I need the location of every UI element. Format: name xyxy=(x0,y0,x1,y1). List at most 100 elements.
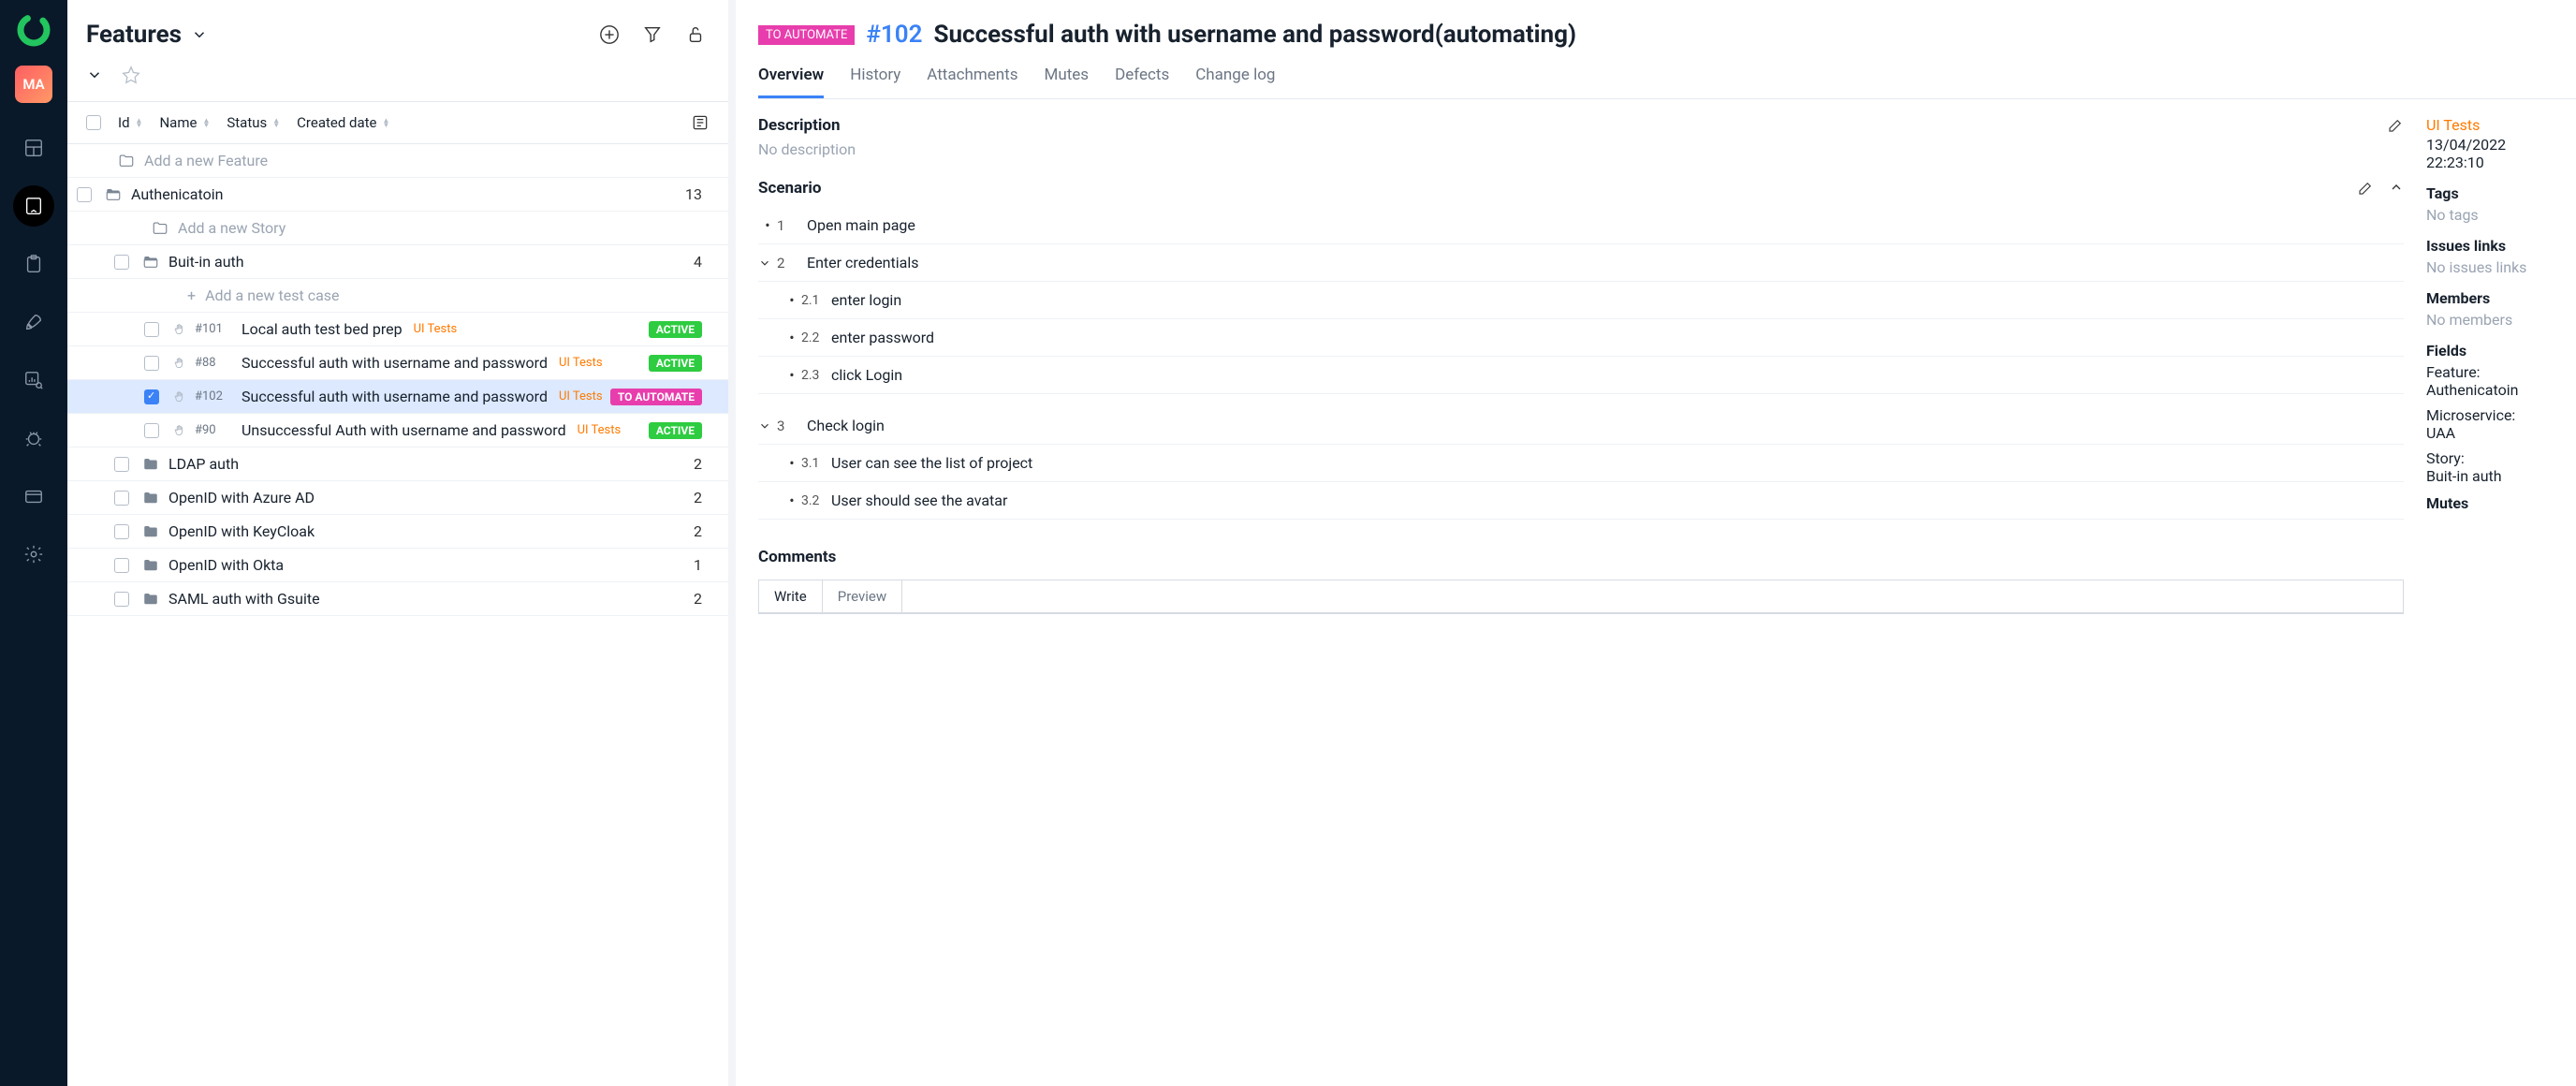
folder-icon xyxy=(152,220,168,237)
scenario-heading: Scenario xyxy=(758,179,821,198)
story-row[interactable]: OpenID with Azure AD 2 xyxy=(67,481,728,515)
nav-analytics-icon[interactable] xyxy=(13,360,54,401)
testcase-id: #102 xyxy=(866,21,922,49)
nav-card-icon[interactable] xyxy=(13,476,54,517)
nav-settings-icon[interactable] xyxy=(13,534,54,575)
row-checkbox[interactable] xyxy=(114,255,129,270)
nav-bug-icon[interactable] xyxy=(13,418,54,459)
column-id[interactable]: Id▲▼ xyxy=(118,114,142,131)
row-checkbox[interactable] xyxy=(77,187,92,202)
lock-button[interactable] xyxy=(685,24,706,45)
user-avatar[interactable]: MA xyxy=(15,66,52,103)
collapse-scenario-button[interactable] xyxy=(2389,180,2404,197)
add-story-row[interactable]: Add a new Story xyxy=(67,212,728,245)
issues-value: No issues links xyxy=(2426,258,2565,276)
manual-icon xyxy=(172,423,187,438)
detail-tabs: Overview History Attachments Mutes Defec… xyxy=(758,66,2576,99)
edit-description-button[interactable] xyxy=(2387,117,2404,134)
row-checkbox[interactable] xyxy=(144,322,159,337)
row-checkbox[interactable] xyxy=(144,389,159,404)
feature-row-auth[interactable]: Authenicatoin 13 xyxy=(67,178,728,212)
testcase-row[interactable]: #101 Local auth test bed prep UI Tests A… xyxy=(67,313,728,346)
tab-overview[interactable]: Overview xyxy=(758,66,824,98)
story-row[interactable]: OpenID with Okta 1 xyxy=(67,549,728,582)
tab-attachments[interactable]: Attachments xyxy=(927,66,1017,98)
story-row[interactable]: OpenID with KeyCloak 2 xyxy=(67,515,728,549)
row-checkbox[interactable] xyxy=(144,423,159,438)
row-checkbox[interactable] xyxy=(114,491,129,506)
chevron-down-icon[interactable] xyxy=(758,257,777,270)
scenario-step: • 1 Open main page xyxy=(758,207,2404,244)
filter-button[interactable] xyxy=(642,24,663,45)
folder-icon xyxy=(142,523,159,540)
tab-defects[interactable]: Defects xyxy=(1115,66,1169,98)
chevron-down-icon[interactable] xyxy=(758,419,777,433)
nav-dashboard-icon[interactable] xyxy=(13,127,54,169)
members-heading: Members xyxy=(2426,289,2565,307)
scenario-step-expandable[interactable]: 2 Enter credentials xyxy=(758,244,2404,282)
features-panel: Features xyxy=(67,0,736,1086)
row-checkbox[interactable] xyxy=(144,356,159,371)
metadata-sidebar: UI Tests 13/04/2022 22:23:10 Tags No tag… xyxy=(2426,116,2576,614)
tab-history[interactable]: History xyxy=(850,66,900,98)
folder-icon xyxy=(142,591,159,608)
app-logo[interactable] xyxy=(15,11,52,49)
issues-heading: Issues links xyxy=(2426,237,2565,255)
columns-config-button[interactable] xyxy=(691,113,710,132)
add-button[interactable] xyxy=(599,24,620,45)
nav-sidebar: MA xyxy=(0,0,67,1086)
story-row-builtin[interactable]: Buit-in auth 4 xyxy=(67,245,728,279)
testcase-row-selected[interactable]: #102 Successful auth with username and p… xyxy=(67,380,728,414)
nav-features-icon[interactable] xyxy=(13,185,54,227)
feature-tree: Add a new Feature Authenicatoin 13 Add a… xyxy=(67,144,728,616)
folder-icon xyxy=(142,557,159,574)
tab-changelog[interactable]: Change log xyxy=(1195,66,1275,98)
row-checkbox[interactable] xyxy=(114,592,129,607)
created-date: 13/04/2022 22:23:10 xyxy=(2426,136,2565,171)
story-row[interactable]: SAML auth with Gsuite 2 xyxy=(67,582,728,616)
column-created[interactable]: Created date▲▼ xyxy=(297,114,389,131)
scenario-step-expandable[interactable]: 3 Check login xyxy=(758,407,2404,445)
tab-mutes[interactable]: Mutes xyxy=(1045,66,1090,98)
detail-panel: TO AUTOMATE #102 Successful auth with us… xyxy=(736,0,2576,1086)
scenario-substep: • 3.1 User can see the list of project xyxy=(758,445,2404,482)
chevron-down-icon xyxy=(191,26,208,43)
testcase-row[interactable]: #90 Unsuccessful Auth with username and … xyxy=(67,414,728,448)
comment-tab-preview[interactable]: Preview xyxy=(823,580,902,612)
status-badge: TO AUTOMATE xyxy=(758,25,855,45)
tags-heading: Tags xyxy=(2426,184,2565,202)
row-checkbox[interactable] xyxy=(114,524,129,539)
add-feature-row[interactable]: Add a new Feature xyxy=(67,144,728,178)
row-checkbox[interactable] xyxy=(114,558,129,573)
column-name[interactable]: Name▲▼ xyxy=(159,114,210,131)
favorite-button[interactable] xyxy=(122,66,140,84)
manual-icon xyxy=(172,356,187,371)
field-story-value: Buit-in auth xyxy=(2426,467,2565,485)
add-testcase-row[interactable]: + Add a new test case xyxy=(67,279,728,313)
layer-link[interactable]: UI Tests xyxy=(2426,116,2565,134)
field-feature-label: Feature: xyxy=(2426,363,2565,381)
scenario-substep: • 2.2 enter password xyxy=(758,319,2404,357)
row-checkbox[interactable] xyxy=(114,457,129,472)
edit-scenario-button[interactable] xyxy=(2357,180,2374,197)
field-micro-value: UAA xyxy=(2426,424,2565,442)
plus-icon: + xyxy=(187,286,196,304)
nav-rocket-icon[interactable] xyxy=(13,301,54,343)
fields-heading: Fields xyxy=(2426,342,2565,360)
comment-editor[interactable]: Write Preview xyxy=(758,580,2404,614)
collapse-all-button[interactable] xyxy=(86,66,103,83)
select-all-checkbox[interactable] xyxy=(86,115,101,130)
nav-clipboard-icon[interactable] xyxy=(13,243,54,285)
column-status[interactable]: Status▲▼ xyxy=(227,114,280,131)
story-row[interactable]: LDAP auth 2 xyxy=(67,448,728,481)
manual-icon xyxy=(172,322,187,337)
field-story-label: Story: xyxy=(2426,449,2565,467)
manual-icon xyxy=(172,389,187,404)
testcase-row[interactable]: #88 Successful auth with username and pa… xyxy=(67,346,728,380)
page-title[interactable]: Features xyxy=(86,21,208,49)
folder-icon xyxy=(142,456,159,473)
members-value: No members xyxy=(2426,311,2565,329)
comment-tab-write[interactable]: Write xyxy=(759,580,823,612)
comments-heading: Comments xyxy=(758,548,2404,566)
field-feature-value: Authenicatoin xyxy=(2426,381,2565,399)
